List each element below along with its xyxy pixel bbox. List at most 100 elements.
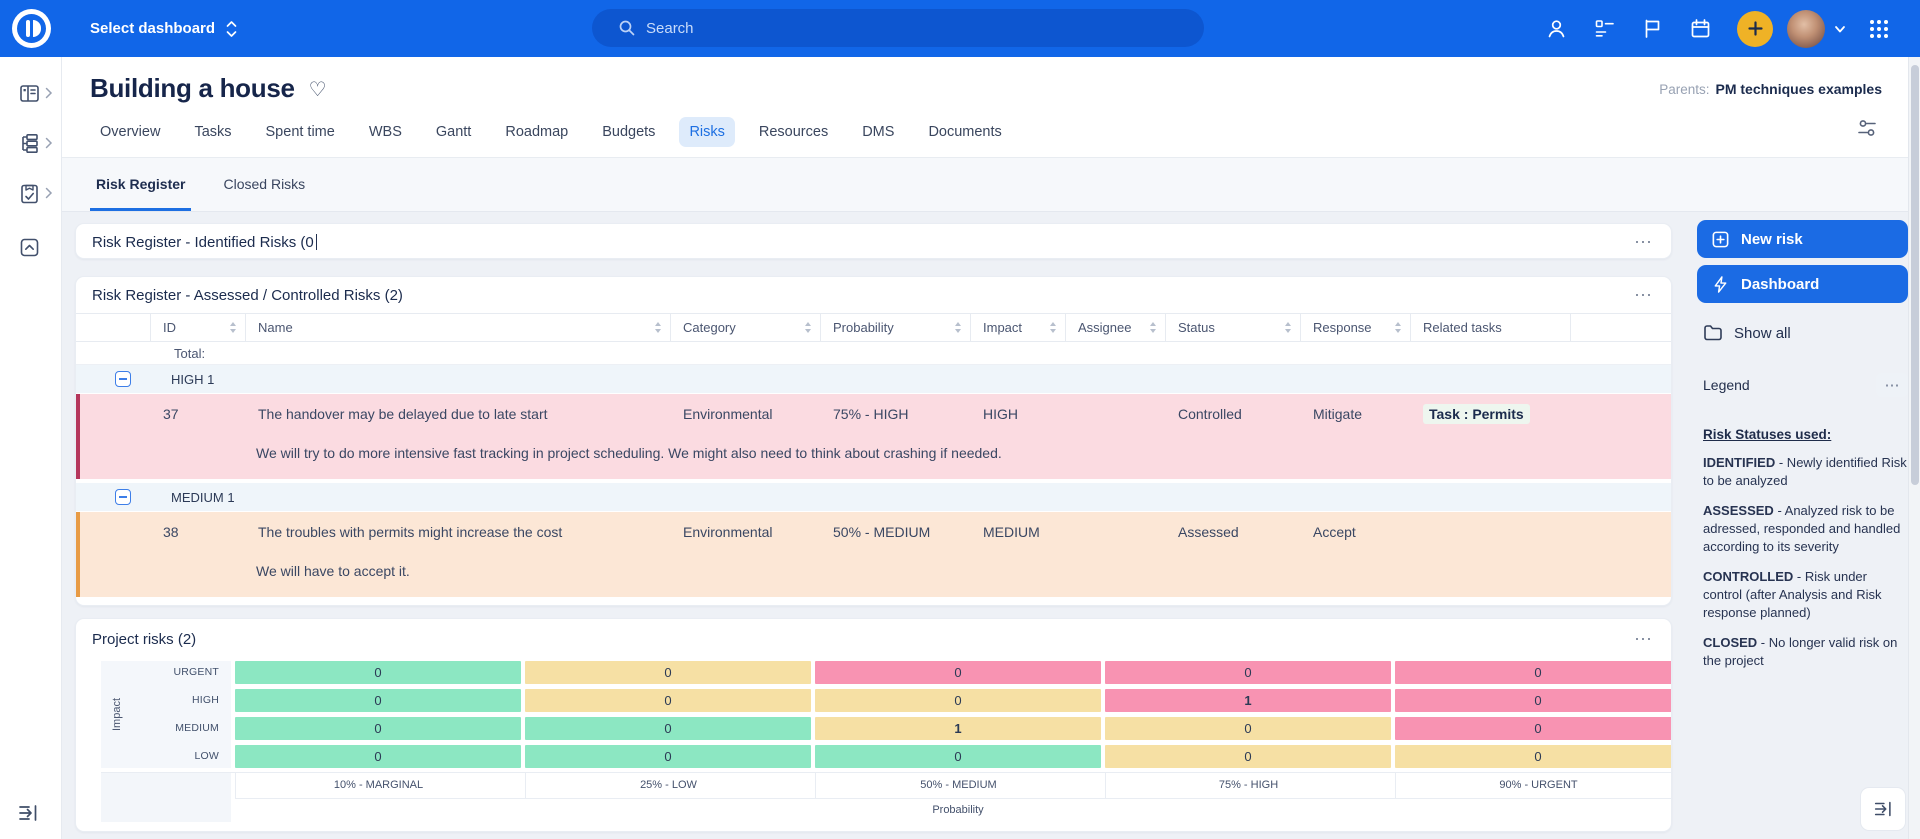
column-header-filler [1571,314,1671,341]
matrix-cell[interactable]: 0 [525,717,811,740]
column-header-related-tasks[interactable]: Related tasks [1411,314,1571,341]
rail-item-collapse[interactable] [0,227,62,267]
identified-panel-title[interactable]: Risk Register - Identified Risks (0 [92,234,318,251]
matrix-cell[interactable]: 0 [1105,661,1391,684]
column-header-assignee[interactable]: Assignee [1066,314,1166,341]
matrix-cell[interactable]: 0 [1105,745,1391,768]
tab-budgets[interactable]: Budgets [592,117,665,147]
probability-axis-label: Probability [235,798,1671,822]
matrix-cell[interactable]: 0 [815,689,1101,712]
plus-icon [1747,21,1763,36]
matrix-cell[interactable]: 0 [1105,717,1391,740]
subtab-risk-register[interactable]: Risk Register [90,176,192,211]
group-collapse-checkbox[interactable] [115,371,131,387]
column-header-category[interactable]: Category [671,314,821,341]
matrix-cell[interactable]: 0 [1395,689,1671,712]
tab-dms[interactable]: DMS [852,117,904,147]
apps-grid-icon[interactable] [1867,17,1891,41]
risk-register-page: { "icons": { "heart": "♡", "ellipsis": "… [0,0,1920,839]
risk-row-38[interactable]: 38 The troubles with permits might incre… [76,512,1671,597]
calendar-icon[interactable] [1689,17,1712,40]
page-settings-icon[interactable] [1854,115,1880,141]
matrix-cell[interactable]: 0 [1395,661,1671,684]
tab-spent-time[interactable]: Spent time [256,117,345,147]
tab-wbs[interactable]: WBS [359,117,412,147]
legend-menu-icon[interactable]: ⋯ [1876,373,1908,397]
matrix-row-label: LOW [194,750,219,762]
scrollbar-thumb[interactable] [1911,65,1919,485]
identified-panel-menu-icon[interactable]: ⋯ [1634,233,1653,251]
matrix-panel-menu-icon[interactable]: ⋯ [1634,630,1653,648]
panel-toggle-box[interactable] [1860,787,1906,831]
risk-assignee [1066,512,1166,552]
risk-name[interactable]: The handover may be delayed due to late … [246,394,671,434]
tab-tasks[interactable]: Tasks [184,117,241,147]
risk-description: We will try to do more intensive fast tr… [256,445,1002,461]
search-input[interactable] [646,19,1126,37]
sort-icon [1285,322,1291,333]
subtab-closed-risks[interactable]: Closed Risks [217,176,311,211]
matrix-cell[interactable]: 0 [525,689,811,712]
group-row-high[interactable]: HIGH 1 [76,365,1671,393]
risk-id[interactable]: 37 [151,394,246,434]
column-header-id[interactable]: ID [151,314,246,341]
user-icon[interactable] [1545,17,1568,40]
app-logo[interactable] [12,9,51,48]
total-row: Total: [76,342,1671,365]
sidebar-expand-icon[interactable] [16,801,40,825]
matrix-cell[interactable]: 0 [235,745,521,768]
quick-add-button[interactable] [1737,10,1773,47]
user-avatar[interactable] [1787,9,1825,48]
matrix-cell[interactable]: 0 [235,717,521,740]
tab-risks[interactable]: Risks [679,117,735,147]
rail-item-wbs[interactable] [0,123,62,163]
matrix-col-label: 75% - HIGH [1105,773,1391,798]
matrix-cell[interactable]: 0 [1395,717,1671,740]
column-header-probability[interactable]: Probability [821,314,971,341]
risk-assignee [1066,394,1166,434]
favorite-heart-icon[interactable]: ♡ [309,77,327,100]
column-header-status[interactable]: Status [1166,314,1301,341]
dashboard-selector[interactable]: Select dashboard [90,0,239,57]
matrix-cell[interactable]: 0 [235,689,521,712]
my-tasks-icon[interactable] [1593,17,1616,40]
matrix-cell[interactable]: 0 [815,745,1101,768]
column-header-response[interactable]: Response [1301,314,1411,341]
sort-icon [805,322,811,333]
tab-overview[interactable]: Overview [90,117,170,147]
assessed-panel-menu-icon[interactable]: ⋯ [1634,286,1653,304]
matrix-cell[interactable]: 0 [525,745,811,768]
tab-gantt[interactable]: Gantt [426,117,481,147]
matrix-cell[interactable]: 0 [1395,745,1671,768]
matrix-cell[interactable]: 0 [235,661,521,684]
group-collapse-checkbox[interactable] [115,489,131,505]
matrix-cell[interactable]: 0 [525,661,811,684]
matrix-cell[interactable]: 1 [1105,689,1391,712]
matrix-col-label: 10% - MARGINAL [235,773,521,798]
tab-resources[interactable]: Resources [749,117,838,147]
matrix-cell[interactable]: 0 [815,661,1101,684]
sort-icon [230,322,236,333]
chevron-down-icon[interactable] [1833,22,1847,36]
column-header-name[interactable]: Name [246,314,671,341]
risk-impact: HIGH [983,406,1018,422]
group-row-medium[interactable]: MEDIUM 1 [76,483,1671,511]
up-down-chevrons-icon [226,20,237,37]
show-all-link[interactable]: Show all [1697,319,1908,347]
right-sidebar: New risk Dashboard Show all Legend ⋯ Ris… [1688,212,1920,839]
risk-id[interactable]: 38 [151,512,246,552]
new-risk-button[interactable]: New risk [1697,220,1908,258]
rail-item-tasks[interactable] [0,173,62,213]
related-task-link[interactable]: Task : Permits [1423,404,1530,424]
risk-row-37[interactable]: 37 The handover may be delayed due to la… [76,394,1671,479]
dashboard-button[interactable]: Dashboard [1697,265,1908,303]
rail-item-projects[interactable] [0,73,62,113]
column-header-impact[interactable]: Impact [971,314,1066,341]
risk-probability: 75% - HIGH [833,406,909,422]
flag-icon[interactable] [1641,17,1664,40]
parents-link[interactable]: PM techniques examples [1715,81,1882,97]
tab-documents[interactable]: Documents [918,117,1011,147]
matrix-cell[interactable]: 1 [815,717,1101,740]
risk-name[interactable]: The troubles with permits might increase… [246,512,671,552]
tab-roadmap[interactable]: Roadmap [495,117,578,147]
